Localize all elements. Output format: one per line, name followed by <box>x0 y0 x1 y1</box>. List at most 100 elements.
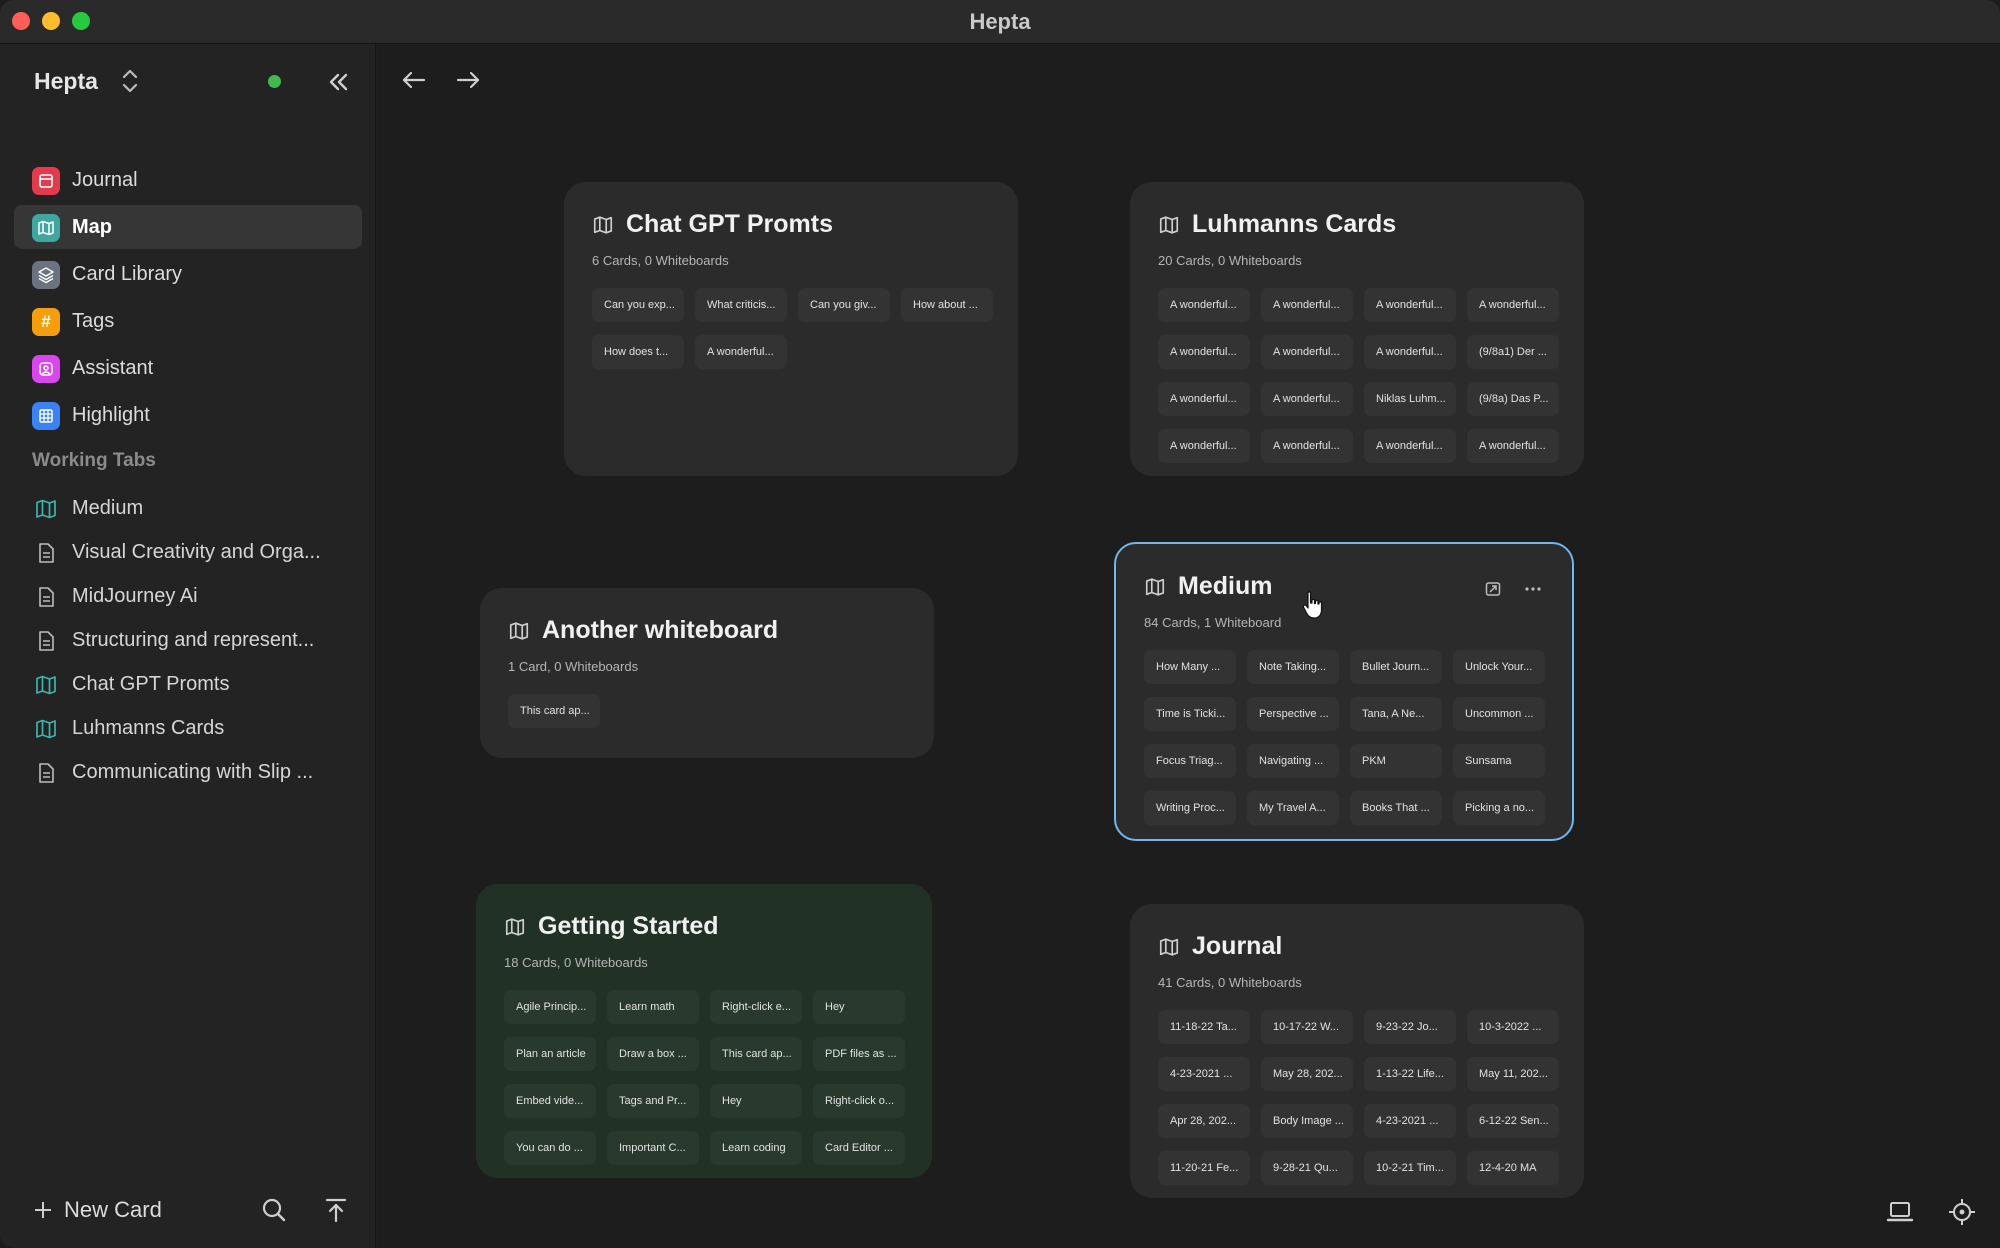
card-chip[interactable]: 10-3-2022 ... <box>1467 1010 1559 1044</box>
card-chip[interactable]: (9/8a) Das P... <box>1467 382 1559 416</box>
card-chip[interactable]: Embed vide... <box>504 1084 596 1118</box>
card-chip[interactable]: A wonderful... <box>1158 429 1250 463</box>
card-chip[interactable]: How does t... <box>592 335 684 369</box>
working-tab-structuring[interactable]: Structuring and represent... <box>14 620 362 660</box>
card-chip[interactable]: May 11, 202... <box>1467 1057 1559 1091</box>
nav-card-library[interactable]: Card Library <box>14 252 362 296</box>
card-chip[interactable]: Focus Triag... <box>1144 744 1236 778</box>
card-chip[interactable]: Tana, A Ne... <box>1350 697 1442 731</box>
card-chip[interactable]: Agile Princip... <box>504 990 596 1024</box>
card-chip[interactable]: Card Editor ... <box>813 1131 905 1165</box>
nav-tags[interactable]: # Tags <box>14 299 362 343</box>
upload-icon[interactable] <box>320 1194 352 1226</box>
card-chip[interactable]: A wonderful... <box>1261 335 1353 369</box>
card-chip[interactable]: 11-18-22 Ta... <box>1158 1010 1250 1044</box>
working-tab-luhmanns-cards[interactable]: Luhmanns Cards <box>14 708 362 748</box>
whiteboard-journal[interactable]: Journal 41 Cards, 0 Whiteboards 11-18-22… <box>1130 904 1584 1198</box>
working-tab-midjourney[interactable]: MidJourney Ai <box>14 576 362 616</box>
card-chip[interactable]: Uncommon ... <box>1453 697 1545 731</box>
card-chip[interactable]: May 28, 202... <box>1261 1057 1353 1091</box>
card-chip[interactable]: PDF files as ... <box>813 1037 905 1071</box>
card-chip[interactable]: Right-click o... <box>813 1084 905 1118</box>
locate-center-icon[interactable] <box>1946 1196 1978 1228</box>
card-chip[interactable]: Can you exp... <box>592 288 684 322</box>
card-chip[interactable]: 9-23-22 Jo... <box>1364 1010 1456 1044</box>
card-chip[interactable]: Picking a no... <box>1453 791 1545 825</box>
back-arrow-icon[interactable] <box>398 64 430 96</box>
card-chip[interactable]: Sunsama <box>1453 744 1545 778</box>
card-chip[interactable]: Plan an article <box>504 1037 596 1071</box>
whiteboard-chat-gpt-promts[interactable]: Chat GPT Promts 6 Cards, 0 Whiteboards C… <box>564 182 1018 476</box>
workspace-name[interactable]: Hepta <box>34 68 98 95</box>
card-chip[interactable]: 10-17-22 W... <box>1261 1010 1353 1044</box>
card-chip[interactable]: A wonderful... <box>1261 288 1353 322</box>
whiteboard-luhmanns-cards[interactable]: Luhmanns Cards 20 Cards, 0 Whiteboards A… <box>1130 182 1584 476</box>
card-chip[interactable]: Hey <box>710 1084 802 1118</box>
card-chip[interactable]: A wonderful... <box>1364 335 1456 369</box>
card-chip[interactable]: This card ap... <box>508 694 600 728</box>
card-chip[interactable]: Unlock Your... <box>1453 650 1545 684</box>
card-chip[interactable]: Navigating ... <box>1247 744 1339 778</box>
card-chip[interactable]: A wonderful... <box>1467 288 1559 322</box>
nav-highlight[interactable]: Highlight <box>14 393 362 437</box>
card-chip[interactable]: Perspective ... <box>1247 697 1339 731</box>
collapse-sidebar-icon[interactable] <box>322 66 354 98</box>
search-icon[interactable] <box>258 1194 290 1226</box>
card-chip[interactable]: Important C... <box>607 1131 699 1165</box>
card-chip[interactable]: Books That ... <box>1350 791 1442 825</box>
card-chip[interactable]: Writing Proc... <box>1144 791 1236 825</box>
nav-map[interactable]: Map <box>14 205 362 249</box>
card-chip[interactable]: A wonderful... <box>1261 429 1353 463</box>
card-chip[interactable]: A wonderful... <box>1364 288 1456 322</box>
new-card-button[interactable]: New Card <box>32 1192 162 1228</box>
forward-arrow-icon[interactable] <box>452 64 484 96</box>
card-chip[interactable]: Right-click e... <box>710 990 802 1024</box>
card-chip[interactable]: What criticis... <box>695 288 787 322</box>
card-chip[interactable]: Apr 28, 202... <box>1158 1104 1250 1138</box>
card-chip[interactable]: How about ... <box>901 288 993 322</box>
card-chip[interactable]: How Many ... <box>1144 650 1236 684</box>
card-chip[interactable]: Note Taking... <box>1247 650 1339 684</box>
card-chip[interactable]: Time is Ticki... <box>1144 697 1236 731</box>
card-chip[interactable]: (9/8a1) Der ... <box>1467 335 1559 369</box>
whiteboard-medium[interactable]: Medium 84 Cards, 1 Whiteboard How Many .… <box>1114 542 1574 841</box>
nav-assistant[interactable]: Assistant <box>14 346 362 390</box>
open-whiteboard-icon[interactable] <box>1484 580 1502 598</box>
card-chip[interactable]: Bullet Journ... <box>1350 650 1442 684</box>
card-chip[interactable]: PKM <box>1350 744 1442 778</box>
card-chip[interactable]: Learn coding <box>710 1131 802 1165</box>
card-chip[interactable]: This card ap... <box>710 1037 802 1071</box>
card-chip[interactable]: My Travel A... <box>1247 791 1339 825</box>
card-chip[interactable]: Can you giv... <box>798 288 890 322</box>
nav-journal[interactable]: Journal <box>14 158 362 202</box>
card-chip[interactable]: A wonderful... <box>1467 429 1559 463</box>
card-chip[interactable]: 6-12-22 Sen... <box>1467 1104 1559 1138</box>
card-chip[interactable]: A wonderful... <box>1261 382 1353 416</box>
card-chip[interactable]: A wonderful... <box>1158 335 1250 369</box>
card-chip[interactable]: Tags and Pr... <box>607 1084 699 1118</box>
card-chip[interactable]: A wonderful... <box>1364 429 1456 463</box>
card-chip[interactable]: Niklas Luhm... <box>1364 382 1456 416</box>
card-chip[interactable]: You can do ... <box>504 1131 596 1165</box>
card-chip[interactable]: Draw a box ... <box>607 1037 699 1071</box>
working-tab-visual-creativity[interactable]: Visual Creativity and Orga... <box>14 532 362 572</box>
more-options-icon[interactable] <box>1524 580 1542 598</box>
whiteboard-another-whiteboard[interactable]: Another whiteboard 1 Card, 0 Whiteboards… <box>480 588 934 758</box>
card-chip[interactable]: 9-28-21 Qu... <box>1261 1151 1353 1185</box>
card-chip[interactable]: 1-13-22 Life... <box>1364 1057 1456 1091</box>
card-chip[interactable]: Body Image ... <box>1261 1104 1353 1138</box>
card-chip[interactable]: 10-2-21 Tim... <box>1364 1151 1456 1185</box>
card-chip[interactable]: A wonderful... <box>1158 288 1250 322</box>
card-chip[interactable]: Learn math <box>607 990 699 1024</box>
working-tab-medium[interactable]: Medium <box>14 488 362 528</box>
working-tab-chat-gpt-promts[interactable]: Chat GPT Promts <box>14 664 362 704</box>
card-chip[interactable]: Hey <box>813 990 905 1024</box>
whiteboard-getting-started[interactable]: Getting Started 18 Cards, 0 Whiteboards … <box>476 884 932 1178</box>
card-chip[interactable]: A wonderful... <box>695 335 787 369</box>
chevron-up-down-icon[interactable] <box>118 66 142 96</box>
card-chip[interactable]: A wonderful... <box>1158 382 1250 416</box>
card-chip[interactable]: 11-20-21 Fe... <box>1158 1151 1250 1185</box>
card-chip[interactable]: 4-23-2021 ... <box>1158 1057 1250 1091</box>
card-chip[interactable]: 12-4-20 MA <box>1467 1151 1559 1185</box>
laptop-view-icon[interactable] <box>1884 1196 1916 1228</box>
